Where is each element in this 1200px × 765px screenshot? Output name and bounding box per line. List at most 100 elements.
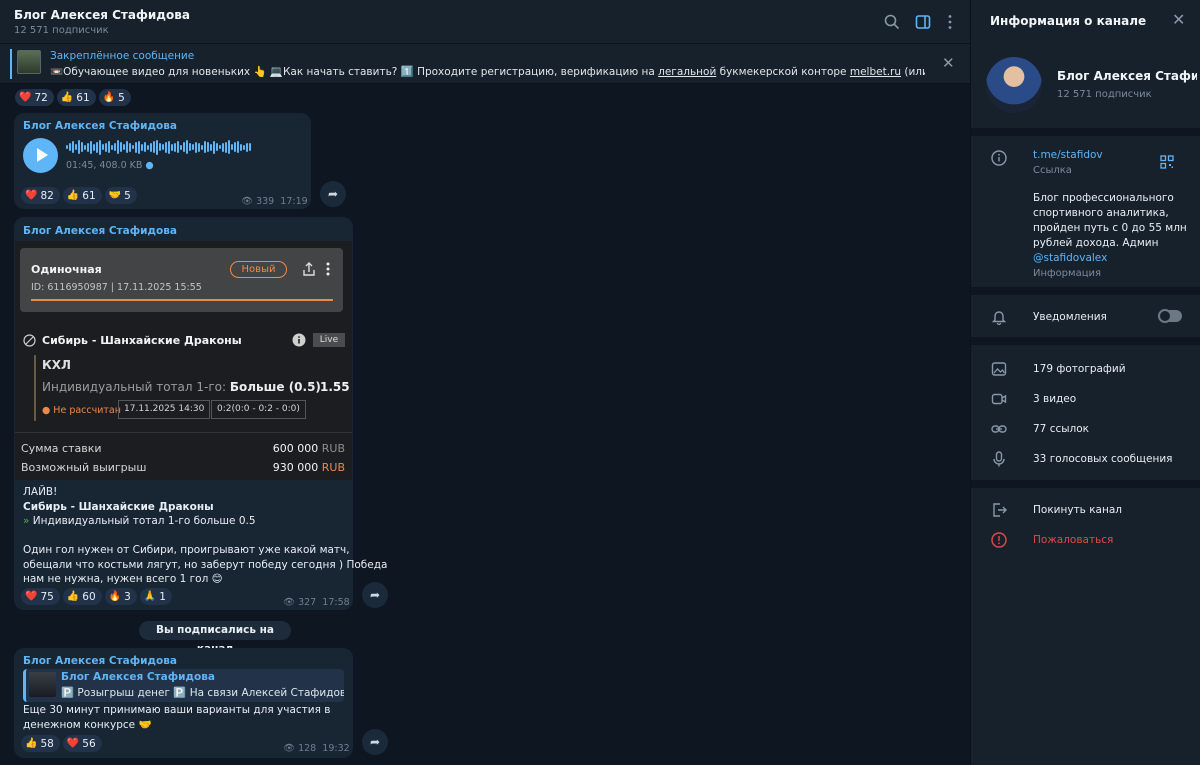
waveform-bar — [165, 141, 167, 153]
waveform-bar — [168, 140, 170, 154]
text-line: обещали что костьми лягут, но заберут по… — [23, 558, 388, 571]
eye-icon: 👁 — [283, 743, 296, 754]
reaction-fire[interactable]: 🔥 3 — [104, 588, 137, 605]
waveform-bar — [111, 144, 113, 150]
message-sender[interactable]: Блог Алексея Стафидова — [23, 120, 177, 132]
avatar[interactable] — [986, 57, 1042, 113]
bet-status-badge: Новый — [230, 261, 287, 278]
bet-slip-image[interactable]: Одиночная ID: 6116950987 | 17.11.2025 15… — [15, 241, 352, 480]
pinned-link-legal[interactable]: легальной — [658, 66, 716, 78]
reaction-thumbs-up[interactable]: 👍 58 — [21, 735, 60, 752]
bet-market: Индивидуальный тотал 1-го: Больше (0.5) — [42, 380, 321, 394]
waveform-bar — [126, 141, 128, 153]
leave-channel-button[interactable]: Покинуть канал — [1033, 504, 1122, 516]
waveform-bar — [81, 142, 83, 152]
close-icon[interactable]: ✕ — [1172, 12, 1185, 28]
reaction-count: 60 — [82, 590, 96, 603]
voice-waveform[interactable] — [66, 139, 251, 155]
waveform-bar — [210, 143, 212, 151]
pinned-link-melbet[interactable]: melbet.ru — [850, 66, 901, 78]
photos-item[interactable]: 179 фотографий — [1033, 363, 1126, 375]
channel-link[interactable]: t.me/stafidov — [1033, 149, 1103, 161]
play-button[interactable] — [23, 138, 58, 173]
reaction-fire[interactable]: 🔥 5 — [98, 89, 131, 106]
reaction-handshake[interactable]: 🤝 5 — [104, 187, 137, 204]
waveform-bar — [108, 141, 110, 153]
reaction-emoji: 👍 — [66, 591, 80, 602]
hockey-icon — [23, 334, 36, 347]
panel-title: Информация о канале — [990, 14, 1147, 28]
waveform-bar — [123, 144, 125, 150]
close-pinned-icon[interactable]: ✕ — [942, 56, 955, 71]
message-meta: 👁 339 17:19 — [241, 196, 308, 207]
text-line: ЛАЙВ! — [23, 486, 58, 498]
waveform-bar — [99, 139, 101, 155]
text-line: Еще 30 минут принимаю ваши варианты для … — [23, 704, 331, 716]
section-divider — [971, 480, 1200, 488]
slip-more-icon — [326, 262, 330, 276]
pinned-message-bar[interactable]: Закреплённое сообщение 📼Обучающее видео … — [0, 44, 970, 84]
reaction-thumbs-up[interactable]: 👍 61 — [62, 187, 102, 204]
waveform-bar — [225, 141, 227, 153]
win-value: 930 000 RUB — [273, 461, 345, 474]
subscriber-count: 12 571 подписчик — [14, 25, 109, 36]
divider — [15, 432, 352, 433]
view-count: 339 — [256, 196, 275, 207]
reaction-thumbs-up[interactable]: 👍 60 — [62, 588, 102, 605]
links-item[interactable]: 77 ссылок — [1033, 423, 1089, 435]
reaction-heart[interactable]: ❤️ 56 — [62, 735, 102, 752]
report-button[interactable]: Пожаловаться — [1033, 534, 1113, 546]
reaction-emoji: 🔥 — [102, 92, 116, 103]
reaction-thumbs-up[interactable]: 👍 61 — [56, 89, 96, 106]
message-sender[interactable]: Блог Алексея Стафидова — [23, 655, 177, 667]
bet-id: ID: 6116950987 | 17.11.2025 15:55 — [31, 282, 202, 293]
more-menu-icon[interactable] — [941, 13, 959, 31]
reaction-count: 1 — [159, 590, 166, 603]
stake-label: Сумма ставки — [21, 442, 102, 455]
match-score-chip: 0:2(0:0 - 0:2 - 0:0) — [211, 400, 306, 419]
sidebar-toggle-icon[interactable] — [914, 13, 932, 31]
waveform-bar — [213, 140, 215, 154]
stake-value: 600 000 RUB — [273, 442, 345, 455]
link-icon — [991, 425, 1007, 433]
share-button[interactable]: ➦ — [362, 729, 388, 755]
quote-title: Блог Алексея Стафидова — [61, 671, 215, 683]
message-time: 17:58 — [322, 597, 350, 608]
voices-item[interactable]: 33 голосовых сообщения — [1033, 453, 1172, 465]
photo-icon — [991, 362, 1007, 376]
reaction-pray[interactable]: 🙏 1 — [139, 588, 172, 605]
market-selection: Больше (0.5) — [229, 380, 321, 394]
waveform-bar — [135, 141, 137, 153]
waveform-bar — [141, 143, 143, 151]
message-sender[interactable]: Блог Алексея Стафидова — [23, 225, 177, 237]
share-button[interactable]: ➦ — [320, 181, 346, 207]
waveform-bar — [195, 141, 197, 153]
reaction-count: 56 — [82, 737, 96, 750]
eye-icon: 👁 — [283, 597, 296, 608]
waveform-bar — [90, 140, 92, 154]
share-button[interactable]: ➦ — [362, 582, 388, 608]
chat-header[interactable]: Блог Алексея Стафидова 12 571 подписчик — [0, 0, 970, 44]
waveform-bar — [117, 140, 119, 154]
forwarded-quote[interactable]: Блог Алексея Стафидова 🅿️ Розыгрыш денег… — [23, 669, 344, 702]
stake-currency: RUB — [321, 442, 345, 455]
reaction-heart[interactable]: ❤️ 82 — [21, 187, 60, 204]
bet-progress-line — [31, 299, 333, 301]
admin-link[interactable]: @stafidovalex — [1033, 252, 1107, 264]
reaction-heart[interactable]: ❤️ 75 — [21, 588, 60, 605]
reaction-heart[interactable]: ❤️ 72 — [15, 89, 54, 106]
channel-title[interactable]: Блог Алексея Стафидова — [14, 8, 190, 22]
waveform-bar — [66, 145, 68, 149]
notifications-toggle[interactable] — [1158, 309, 1182, 323]
waveform-bar — [231, 144, 233, 150]
message-text: Еще 30 минут принимаю ваши варианты для … — [23, 703, 330, 732]
stake-row: Сумма ставки 600 000 RUB — [21, 442, 345, 455]
waveform-bar — [216, 143, 218, 151]
search-icon[interactable] — [883, 13, 901, 31]
waveform-bar — [177, 141, 179, 153]
info-icon — [292, 333, 306, 347]
qr-code-icon[interactable] — [1160, 155, 1174, 169]
reaction-count: 75 — [40, 590, 54, 603]
videos-item[interactable]: 3 видео — [1033, 393, 1076, 405]
